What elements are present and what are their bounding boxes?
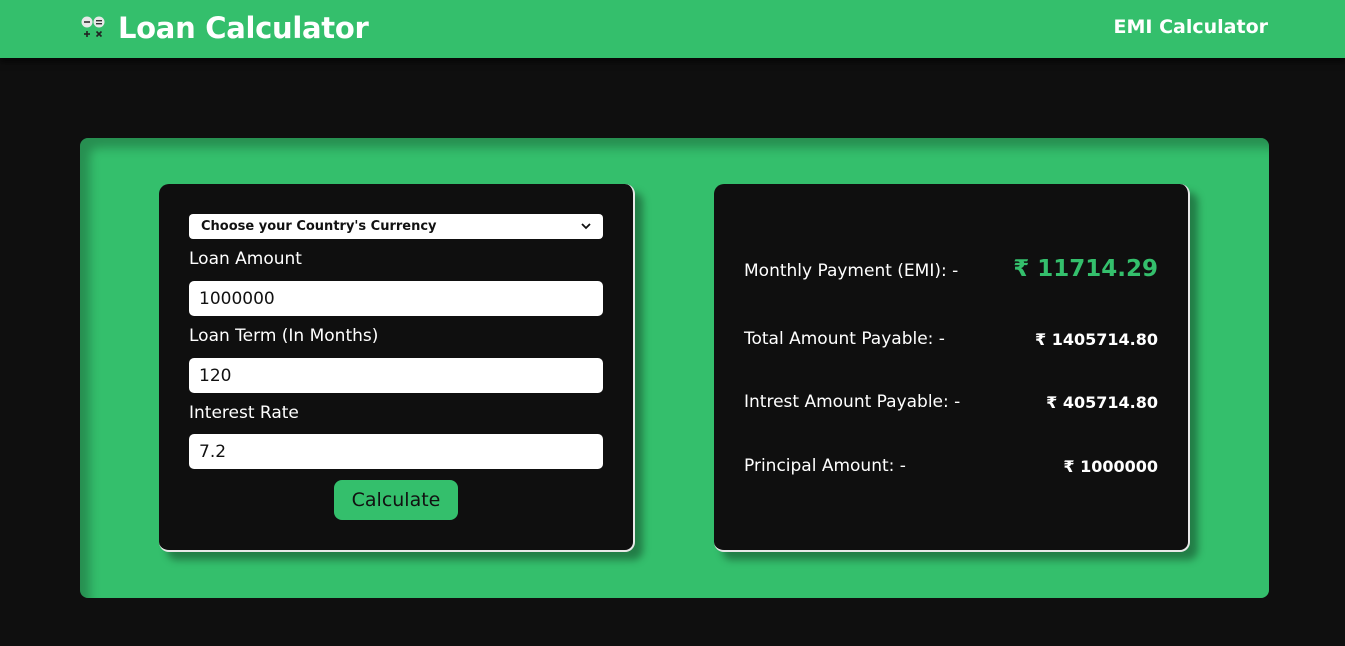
- emi-value: ₹ 11714.29: [1013, 256, 1158, 282]
- principal-row: Principal Amount: - ₹ 1000000: [744, 455, 1158, 485]
- loan-term-label: Loan Term (In Months): [189, 326, 379, 346]
- interest-rate-label: Interest Rate: [189, 403, 299, 423]
- loan-amount-input[interactable]: 1000000: [189, 281, 603, 316]
- total-payable-value: ₹ 1405714.80: [1035, 330, 1158, 349]
- principal-value: ₹ 1000000: [1063, 457, 1158, 476]
- interest-payable-row: Intrest Amount Payable: - ₹ 405714.80: [744, 391, 1158, 421]
- interest-rate-input[interactable]: 7.2: [189, 434, 603, 469]
- calculate-button[interactable]: Calculate: [334, 480, 458, 520]
- emi-label: Monthly Payment (EMI): -: [744, 261, 959, 281]
- currency-select-value: Choose your Country's Currency: [201, 219, 437, 234]
- loan-input-card: Choose your Country's Currency Loan Amou…: [159, 184, 635, 552]
- total-payable-label: Total Amount Payable: -: [744, 329, 945, 349]
- interest-payable-value: ₹ 405714.80: [1046, 393, 1158, 412]
- loan-amount-label: Loan Amount: [189, 249, 302, 269]
- principal-label: Principal Amount: -: [744, 456, 906, 476]
- loan-term-input[interactable]: 120: [189, 358, 603, 393]
- chevron-down-icon: [581, 219, 591, 234]
- currency-select[interactable]: Choose your Country's Currency: [189, 214, 603, 239]
- emi-calculator-link[interactable]: EMI Calculator: [1114, 16, 1268, 38]
- total-payable-row: Total Amount Payable: - ₹ 1405714.80: [744, 328, 1158, 358]
- emi-row: Monthly Payment (EMI): - ₹ 11714.29: [744, 256, 1158, 286]
- results-card: Monthly Payment (EMI): - ₹ 11714.29 Tota…: [714, 184, 1190, 552]
- interest-payable-label: Intrest Amount Payable: -: [744, 392, 961, 412]
- app-title: Loan Calculator: [118, 11, 369, 45]
- top-nav-bar: Loan Calculator EMI Calculator: [0, 0, 1345, 58]
- calculator-icon: [80, 14, 108, 42]
- calculator-container: Choose your Country's Currency Loan Amou…: [80, 138, 1269, 598]
- brand[interactable]: Loan Calculator: [80, 10, 369, 46]
